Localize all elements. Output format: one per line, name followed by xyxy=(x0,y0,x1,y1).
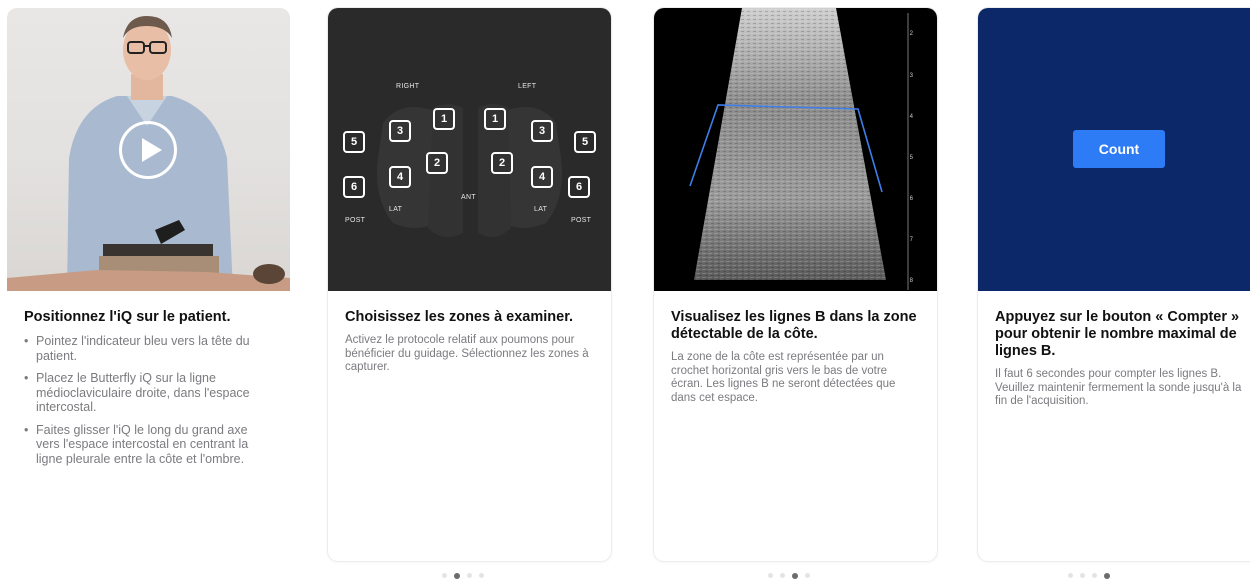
card-description: Activez le protocole relatif aux poumons… xyxy=(345,334,589,373)
card-count: Count Appuyez sur le bouton « Compter » … xyxy=(978,8,1250,561)
page-dot[interactable] xyxy=(768,573,773,578)
page-dot-active[interactable] xyxy=(1104,572,1110,579)
page-dot[interactable] xyxy=(780,573,785,578)
post-label: POST xyxy=(571,217,592,224)
page-dot[interactable] xyxy=(1080,573,1085,578)
count-button[interactable]: Count xyxy=(1073,130,1165,168)
card-b-lines: 2 3 4 5 6 7 8 Visualisez les lignes B da… xyxy=(654,8,937,561)
zone-right-3[interactable]: 3 xyxy=(389,120,411,142)
ultrasound-image: 2 3 4 5 6 7 8 xyxy=(654,8,937,291)
zone-left-4[interactable]: 4 xyxy=(531,166,553,188)
list-item: • Faites glisser l'iQ le long du grand ax… xyxy=(24,422,249,466)
list-item: • Placez le Butterfly iQ sur la ligne méd… xyxy=(24,371,250,414)
card-title: Positionnez l'iQ sur le patient. xyxy=(24,309,231,325)
ultrasound-scan xyxy=(689,8,909,290)
zone-left-3[interactable]: 3 xyxy=(531,120,553,142)
card-choose-zones: RIGHT LEFT ANT LAT LAT POST POST 1 2 3 4… xyxy=(328,8,611,561)
page-dot-active[interactable] xyxy=(792,572,798,579)
instruction-list: • Pointez l'indicateur bleu vers la tête … xyxy=(24,334,273,466)
page-dot[interactable] xyxy=(479,573,484,578)
page-dot[interactable] xyxy=(1068,573,1073,578)
page-dot[interactable] xyxy=(467,573,472,578)
lung-zones-diagram: RIGHT LEFT ANT LAT LAT POST POST 1 2 3 4… xyxy=(328,8,611,291)
page-indicator[interactable] xyxy=(1068,572,1110,579)
post-label: POST xyxy=(345,217,366,224)
zone-left-2[interactable]: 2 xyxy=(491,152,513,174)
page-dot-active[interactable] xyxy=(454,572,460,579)
card-title: Appuyez sur le bouton « Compter » pour o… xyxy=(995,309,1240,359)
play-icon[interactable] xyxy=(119,121,177,179)
card-description: Il faut 6 secondes pour compter les lign… xyxy=(995,368,1242,407)
zone-left-5[interactable]: 5 xyxy=(574,131,596,153)
instruction-video[interactable] xyxy=(7,8,290,291)
zone-right-1[interactable]: 1 xyxy=(433,108,455,130)
lungs-silhouette xyxy=(377,104,562,237)
page-indicator[interactable] xyxy=(442,572,484,579)
zone-left-6[interactable]: 6 xyxy=(568,176,590,198)
zone-right-5[interactable]: 5 xyxy=(343,131,365,153)
ant-label: ANT xyxy=(461,194,476,201)
card-title: Visualisez les lignes B dans la zone dét… xyxy=(671,309,917,342)
right-label: RIGHT xyxy=(396,83,420,90)
zone-right-6[interactable]: 6 xyxy=(343,176,365,198)
depth-scale: 2 3 4 5 6 7 8 xyxy=(909,31,913,284)
lat-label: LAT xyxy=(389,206,403,213)
page-indicator[interactable] xyxy=(768,572,810,579)
card-title: Choisissez les zones à examiner. xyxy=(345,309,574,325)
list-item: • Pointez l'indicateur bleu vers la tête … xyxy=(24,334,250,363)
zone-left-1[interactable]: 1 xyxy=(484,108,506,130)
page-dot[interactable] xyxy=(805,573,810,578)
card-position-iq: Positionnez l'iQ sur le patient. • Pointe… xyxy=(7,8,290,486)
count-screen: Count xyxy=(978,8,1250,291)
zone-right-2[interactable]: 2 xyxy=(426,152,448,174)
zone-right-4[interactable]: 4 xyxy=(389,166,411,188)
page-dot[interactable] xyxy=(1092,573,1097,578)
left-label: LEFT xyxy=(518,83,537,90)
lat-label: LAT xyxy=(534,206,548,213)
page-dot[interactable] xyxy=(442,573,447,578)
card-description: La zone de la côte est représentée par u… xyxy=(671,351,896,404)
